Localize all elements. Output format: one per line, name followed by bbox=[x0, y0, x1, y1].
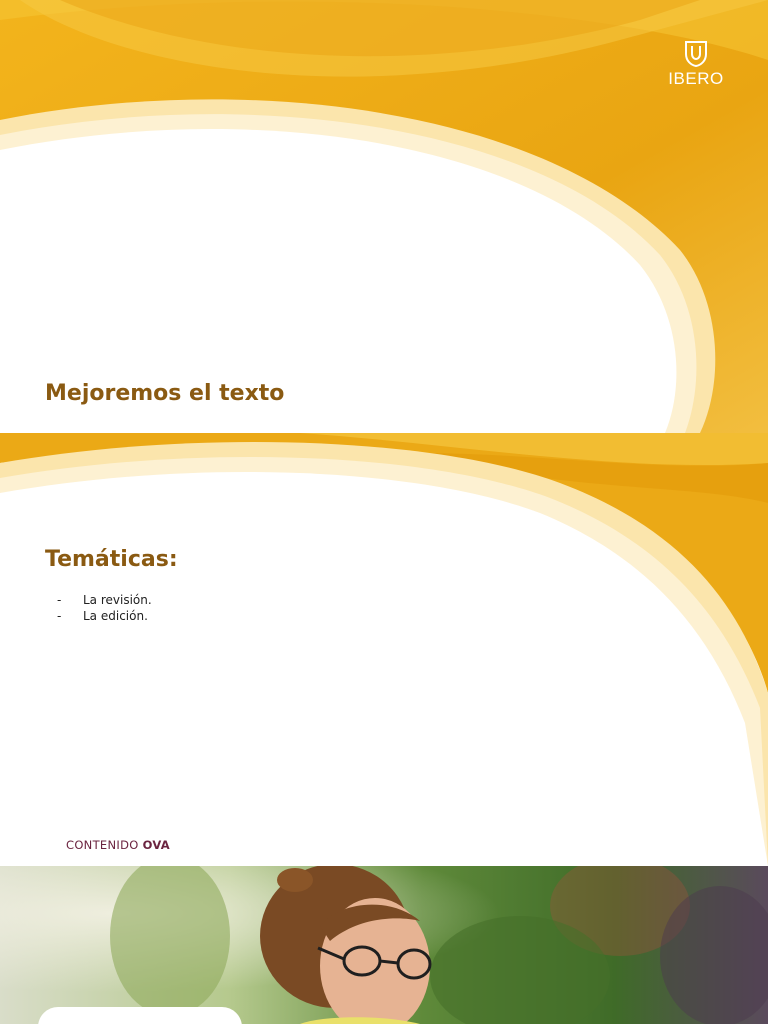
woman-with-glasses-photo bbox=[0, 866, 768, 1024]
slide-title-text: Mejoremos el texto bbox=[45, 381, 285, 406]
list-item: - La edición. bbox=[57, 608, 152, 624]
topics-heading: Temáticas: bbox=[45, 547, 178, 572]
slide-background bbox=[0, 0, 768, 433]
ibero-shield-icon bbox=[685, 41, 707, 68]
content-label: CONTENIDO OVA bbox=[66, 838, 170, 852]
logo-text: IBERO bbox=[668, 69, 724, 88]
slide-photo bbox=[0, 866, 768, 1024]
slide-background bbox=[0, 433, 768, 866]
ibero-logo: IBERO bbox=[664, 40, 728, 89]
list-bullet: - bbox=[57, 609, 62, 623]
list-bullet: - bbox=[57, 593, 62, 607]
content-label-prefix: CONTENIDO bbox=[66, 838, 139, 852]
white-pill-shape bbox=[38, 1007, 242, 1024]
content-label-strong: OVA bbox=[142, 838, 170, 852]
list-item-text: La edición. bbox=[83, 609, 148, 623]
slide-title: IBERO Mejoremos el texto bbox=[0, 0, 768, 433]
topics-list: - La revisión. - La edición. bbox=[57, 592, 152, 624]
slide-topics: Temáticas: - La revisión. - La edición. … bbox=[0, 433, 768, 866]
list-item: - La revisión. bbox=[57, 592, 152, 608]
list-item-text: La revisión. bbox=[83, 593, 152, 607]
